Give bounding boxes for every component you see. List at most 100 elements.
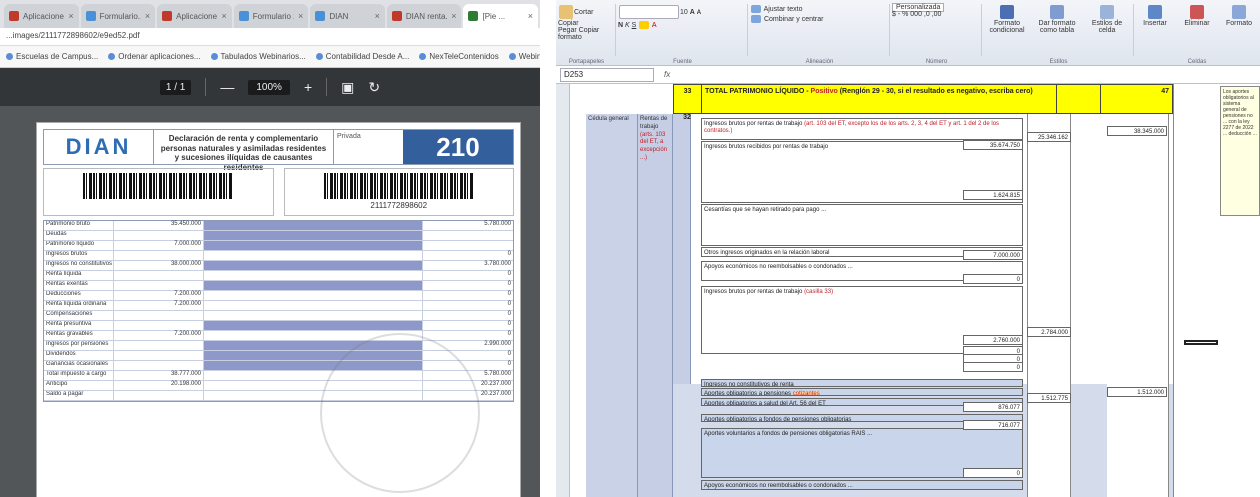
description-cell[interactable]: Cesantías que se hayan retirado para pag… (701, 204, 1023, 247)
value-cell[interactable]: 7.000.000 (963, 250, 1023, 260)
fx-icon[interactable]: fx (664, 70, 670, 79)
row-patrimonio-liquido[interactable]: 33 TOTAL PATRIMONIO LÍQUIDO - Positivo (… (673, 84, 1173, 114)
rentas-trabajo-label: Rentas de trabajo (640, 116, 668, 130)
form-row-cell (204, 311, 423, 320)
cell-cedula-general[interactable]: Cédula general (586, 114, 638, 497)
underline-button[interactable]: S (632, 22, 637, 29)
barcode-number: 2111772898602 (370, 201, 428, 210)
bookmark-item[interactable]: Ordenar aplicaciones... (108, 52, 201, 61)
paste-button[interactable]: Pegar (558, 27, 577, 34)
row-title: TOTAL PATRIMONIO LÍQUIDO - Positivo (Ren… (702, 85, 1056, 113)
browser-tab[interactable]: DIAN × (310, 4, 385, 28)
value-cell[interactable]: 25.346.162 (1027, 132, 1071, 142)
private-label: Privada (333, 130, 403, 164)
merge-button[interactable]: Combinar y centrar (764, 16, 824, 23)
value-cell[interactable]: 1.512.775 (1027, 393, 1071, 403)
browser-tab[interactable]: [Pie ... × (463, 4, 539, 28)
fill-color-icon[interactable] (639, 21, 650, 29)
cond-format-button[interactable]: Formato condicional (984, 4, 1030, 34)
browser-tab[interactable]: Formulario... × (80, 4, 156, 28)
bookmark-item[interactable]: NexTeleContenidos (419, 52, 499, 61)
copy-button[interactable]: Copiar (558, 20, 579, 27)
font-color-icon[interactable]: A (652, 22, 657, 29)
bold-button[interactable]: N (618, 22, 623, 29)
close-icon[interactable]: × (451, 11, 456, 21)
tab-favicon-icon (315, 11, 326, 21)
form-row-value: 7.200.000 (114, 331, 204, 340)
barcode-right: 2111772898602 (283, 168, 514, 216)
alignment-label: Alineación (805, 59, 834, 65)
value-cell[interactable]: 1.624.815 (963, 190, 1023, 200)
italic-button[interactable]: K (625, 22, 630, 29)
browser-tab[interactable]: Formulario 2... × (233, 4, 309, 28)
cells-label: Celdas (1187, 59, 1207, 65)
zoom-in-button[interactable]: + (304, 79, 312, 95)
value-cell[interactable]: 0 (963, 468, 1023, 478)
form-row-cell (204, 281, 423, 290)
font-size-input[interactable]: 10 (680, 9, 688, 16)
description-cell[interactable]: Ingresos no constitutivos de renta (701, 378, 1023, 387)
value-cell[interactable]: 1.512.000 (1107, 387, 1167, 397)
cell-styles-button[interactable]: Estilos de celda (1084, 4, 1130, 34)
format-button[interactable]: Formato (1220, 4, 1258, 27)
tab-favicon-icon (162, 11, 173, 21)
name-box[interactable]: D253 (560, 67, 654, 82)
barcode-left (43, 168, 274, 216)
bookmark-item[interactable]: Contabilidad Desde A... (315, 52, 409, 61)
value-cell[interactable]: 2.784.000 (1027, 327, 1071, 337)
toolbar-divider (205, 78, 207, 96)
close-icon[interactable]: × (221, 11, 226, 21)
cell-rentas-trabajo[interactable]: Rentas de trabajo (arts. 103 del ET, a e… (638, 114, 673, 497)
close-icon[interactable]: × (298, 11, 303, 21)
value-cell[interactable]: 0 (963, 274, 1023, 284)
form-row-right: 5.780.000 (484, 221, 511, 227)
form-row-right: 0 (507, 251, 511, 257)
bookmark-item[interactable]: Escuelas de Campus... (6, 52, 98, 61)
close-icon[interactable]: × (145, 11, 150, 21)
form-row-value (114, 361, 204, 370)
worksheet[interactable]: Cédula general Rentas de trabajo (arts. … (556, 84, 1260, 497)
form-row: Ingresos no constitutivos 38.000.000 3.780… (44, 261, 513, 271)
comment-note: Los aportes obligatorios al sistema gene… (1220, 86, 1260, 216)
close-icon[interactable]: × (528, 11, 533, 21)
align-icon[interactable] (751, 5, 761, 13)
wrap-text-button[interactable]: Ajustar texto (764, 6, 803, 13)
paste-icon[interactable] (559, 5, 573, 19)
address-bar[interactable]: ...images/2111772898602/e9ed52.pdf (0, 28, 540, 46)
close-icon[interactable]: × (68, 11, 73, 21)
description-text: Ingresos brutos recibidos por rentas de … (704, 144, 829, 151)
cut-button[interactable]: Cortar (574, 9, 593, 16)
description-cell[interactable]: Ingresos brutos por rentas de trabajo (a… (701, 117, 1023, 140)
value-cell[interactable]: 35.674.750 (963, 140, 1023, 150)
fit-page-icon[interactable]: ▣ (341, 79, 354, 96)
form-row-label: Ganancias ocasionales (44, 361, 114, 370)
center-icon[interactable] (751, 15, 761, 23)
close-icon[interactable]: × (375, 11, 380, 21)
form-row-cell (204, 271, 423, 280)
insert-button[interactable]: Insertar (1136, 4, 1174, 27)
description-text: Ingresos brutos por rentas de trabajo (704, 120, 803, 127)
browser-tab[interactable]: Aplicaciones | ...× (4, 4, 79, 28)
rotate-icon[interactable]: ↻ (368, 79, 380, 96)
font-name-input[interactable] (619, 5, 679, 19)
bookmark-item[interactable]: Webinarios / Des... (508, 52, 540, 61)
form-row-label: Rentas exentas (44, 281, 114, 290)
browser-tab[interactable]: DIAN renta...× (386, 4, 462, 28)
description-cell[interactable]: Apoyos económicos no reembolsables o con… (701, 479, 1023, 490)
bookmark-item[interactable]: Tabulados Webinarios... (210, 52, 306, 61)
value-cell[interactable]: 2.760.000 (963, 335, 1023, 345)
description-cell[interactable]: Aportes obligatorios a pensiones cotizan… (701, 388, 1023, 397)
browser-tab[interactable]: Aplicaciones [...]× (157, 4, 232, 28)
page-indicator[interactable]: 1 / 1 (159, 79, 192, 95)
zoom-level[interactable]: 100% (248, 79, 290, 95)
selected-cell[interactable] (1184, 340, 1218, 345)
value-cell[interactable]: 876.077 (963, 402, 1023, 412)
format-table-button[interactable]: Dar formato como tabla (1034, 4, 1080, 34)
value-cell[interactable]: 38.345.000 (1107, 126, 1167, 136)
tab-title: Aplicaciones [...] (176, 11, 218, 21)
value-cell[interactable]: 716.077 (963, 420, 1023, 430)
tab-title: Formulario... (99, 11, 141, 21)
value-cell[interactable]: 0 (963, 362, 1023, 372)
zoom-out-button[interactable]: — (220, 79, 234, 95)
delete-button[interactable]: Eliminar (1178, 4, 1216, 27)
